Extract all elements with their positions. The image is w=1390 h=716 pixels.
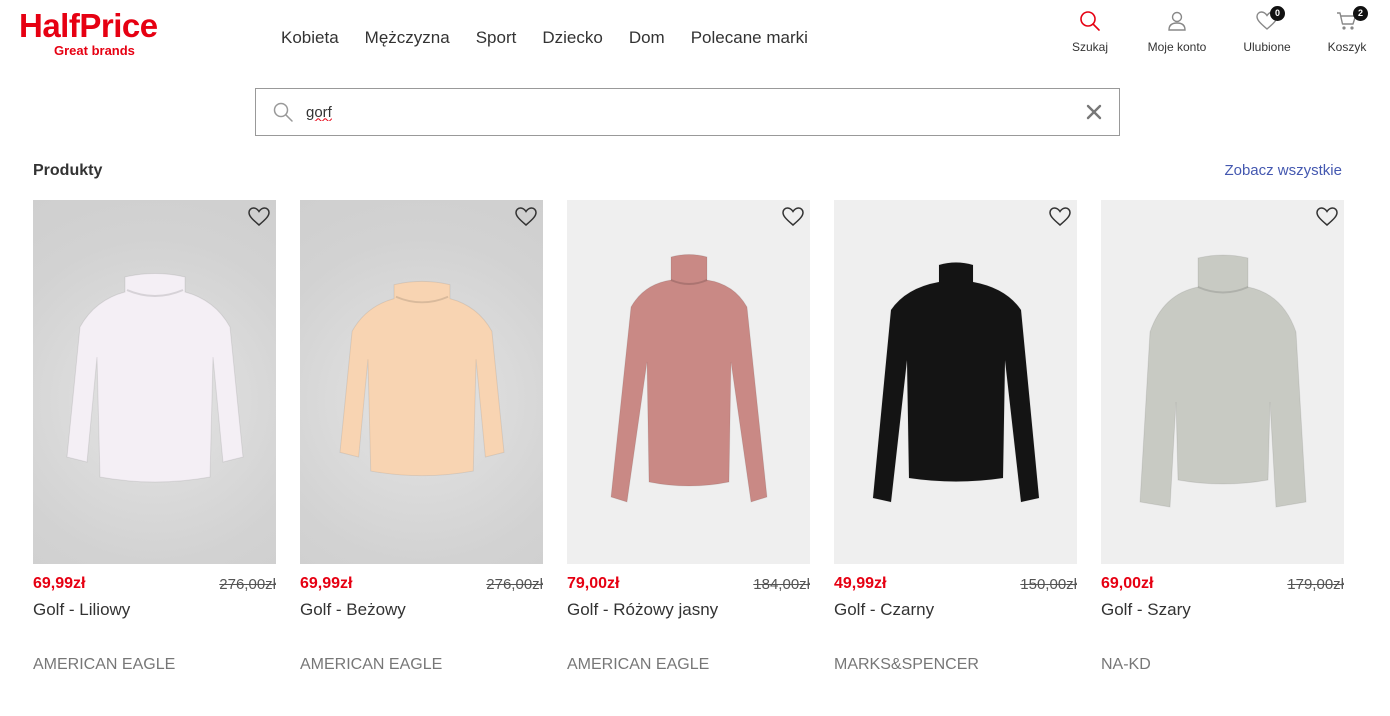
old-price: 184,00zł <box>753 575 810 593</box>
sweater-image <box>1138 254 1307 508</box>
section-title: Produkty <box>33 162 103 179</box>
current-price: 69,99zł <box>33 575 86 592</box>
cart-action[interactable]: 2 Koszyk <box>1307 6 1387 54</box>
favorite-button[interactable] <box>515 206 537 228</box>
old-price: 150,00zł <box>1020 575 1077 593</box>
heart-icon <box>248 207 270 226</box>
nav-dziecko[interactable]: Dziecko <box>542 28 602 48</box>
sweater-image <box>609 254 768 503</box>
product-brand: AMERICAN EAGLE <box>300 656 443 673</box>
see-all-link[interactable]: Zobacz wszystkie <box>1224 162 1342 179</box>
product-brand: AMERICAN EAGLE <box>33 656 176 673</box>
product-name[interactable]: Golf - Czarny <box>834 600 1077 620</box>
logo[interactable]: HalfPrice Great brands <box>19 8 158 58</box>
product-brand: MARKS&SPENCER <box>834 656 979 673</box>
heart-icon <box>1316 207 1338 226</box>
favorite-button[interactable] <box>248 206 270 228</box>
product-image[interactable] <box>834 200 1077 564</box>
sweater-image <box>871 261 1040 503</box>
current-price: 69,99zł <box>300 575 353 592</box>
close-icon <box>1086 104 1102 120</box>
sweater-image <box>338 280 505 476</box>
product-brand: NA-KD <box>1101 656 1151 673</box>
clear-search-button[interactable] <box>1083 101 1105 123</box>
header-actions: Szukaj Moje konto 0 Ulubione 2 Koszyk <box>1050 6 1390 62</box>
price-row: 69,99zł 276,00zł <box>33 574 276 594</box>
heart-icon <box>1049 207 1071 226</box>
current-price: 49,99zł <box>834 575 887 592</box>
nav-sport[interactable]: Sport <box>476 28 517 48</box>
nav-mezczyzna[interactable]: Mężczyzna <box>365 28 450 48</box>
product-brand: AMERICAN EAGLE <box>567 656 710 673</box>
old-price: 179,00zł <box>1287 575 1344 593</box>
price-row: 79,00zł 184,00zł <box>567 574 810 594</box>
product-card[interactable]: 49,99zł 150,00zł Golf - Czarny MARKS&SPE… <box>834 200 1077 674</box>
heart-icon <box>782 207 804 226</box>
product-name[interactable]: Golf - Beżowy <box>300 600 543 620</box>
current-price: 69,00zł <box>1101 575 1154 592</box>
favorite-button[interactable] <box>1316 206 1338 228</box>
product-card[interactable]: 79,00zł 184,00zł Golf - Różowy jasny AME… <box>567 200 810 674</box>
favorites-action[interactable]: 0 Ulubione <box>1227 6 1307 54</box>
favorites-count-badge: 0 <box>1270 6 1285 21</box>
cart-count-badge: 2 <box>1353 6 1368 21</box>
account-action-label: Moje konto <box>1147 40 1207 54</box>
sweater-image <box>65 273 244 483</box>
logo-tagline: Great brands <box>54 43 135 58</box>
product-image[interactable] <box>300 200 543 564</box>
nav-kobieta[interactable]: Kobieta <box>281 28 339 48</box>
search-bar <box>255 88 1120 136</box>
product-list: 69,99zł 276,00zł Golf - Liliowy AMERICAN… <box>33 200 1344 674</box>
product-card[interactable]: 69,99zł 276,00zł Golf - Liliowy AMERICAN… <box>33 200 276 674</box>
favorite-button[interactable] <box>782 206 804 228</box>
product-image[interactable] <box>33 200 276 564</box>
product-card[interactable]: 69,00zł 179,00zł Golf - Szary NA-KD <box>1101 200 1344 674</box>
favorites-action-label: Ulubione <box>1243 40 1291 54</box>
search-input[interactable] <box>306 103 1066 121</box>
nav-dom[interactable]: Dom <box>629 28 665 48</box>
favorite-button[interactable] <box>1049 206 1071 228</box>
current-price: 79,00zł <box>567 575 620 592</box>
product-name[interactable]: Golf - Różowy jasny <box>567 600 810 620</box>
cart-action-label: Koszyk <box>1327 40 1367 54</box>
product-name[interactable]: Golf - Liliowy <box>33 600 276 620</box>
search-field-icon <box>273 102 293 122</box>
price-row: 49,99zł 150,00zł <box>834 574 1077 594</box>
nav-polecane-marki[interactable]: Polecane marki <box>691 28 808 48</box>
product-card[interactable]: 69,99zł 276,00zł Golf - Beżowy AMERICAN … <box>300 200 543 674</box>
product-name[interactable]: Golf - Szary <box>1101 600 1344 620</box>
product-image[interactable] <box>567 200 810 564</box>
search-action[interactable]: Szukaj <box>1050 6 1130 54</box>
account-action[interactable]: Moje konto <box>1137 6 1217 54</box>
search-action-label: Szukaj <box>1071 40 1109 54</box>
price-row: 69,99zł 276,00zł <box>300 574 543 594</box>
old-price: 276,00zł <box>486 575 543 593</box>
main-nav: Kobieta Mężczyzna Sport Dziecko Dom Pole… <box>281 28 808 48</box>
product-image[interactable] <box>1101 200 1344 564</box>
logo-brand: HalfPrice <box>19 7 158 44</box>
old-price: 276,00zł <box>219 575 276 593</box>
search-icon <box>1080 11 1100 31</box>
heart-icon <box>515 207 537 226</box>
price-row: 69,00zł 179,00zł <box>1101 574 1344 594</box>
user-icon <box>1168 11 1186 31</box>
